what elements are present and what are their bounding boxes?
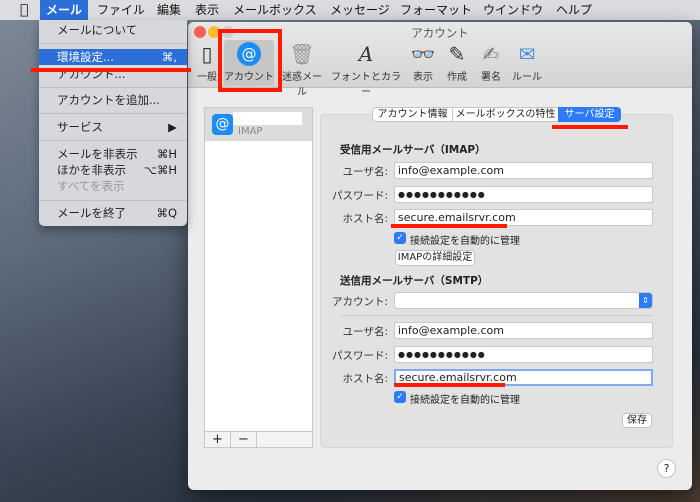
- outgoing-password-field[interactable]: ●●●●●●●●●●●: [394, 346, 653, 363]
- menu-file[interactable]: ファイル: [91, 0, 151, 20]
- toolbar-junk[interactable]: 🗑 迷惑メール: [278, 40, 326, 98]
- outgoing-auto-label: 接続設定を自動的に管理: [410, 395, 520, 406]
- menu-view[interactable]: 表示: [189, 0, 225, 20]
- toolbar-fonts[interactable]: A フォントとカラー: [328, 40, 404, 98]
- incoming-host-label: ホスト名:: [342, 213, 388, 225]
- tab-account-info[interactable]: アカウント情報: [372, 107, 453, 122]
- menu-item-hide-others[interactable]: ほかを非表示 ⌥⌘H: [39, 162, 187, 178]
- menu-separator: [39, 140, 187, 141]
- account-name-redacted: [233, 112, 302, 125]
- menu-item-preferences[interactable]: 環境設定... ⌘,: [39, 49, 187, 65]
- outgoing-account-select[interactable]: ⇕: [394, 292, 653, 309]
- menu-item-quit[interactable]: メールを終了 ⌘Q: [39, 205, 187, 221]
- outgoing-host-label: ホスト名:: [342, 373, 388, 385]
- menu-edit[interactable]: 編集: [151, 0, 187, 20]
- outgoing-account-label: アカウント:: [331, 296, 388, 308]
- menu-mail[interactable]: メール: [40, 0, 89, 20]
- incoming-heading: 受信用メールサーバ（IMAP）: [340, 144, 486, 156]
- annotation-underline: [31, 68, 191, 72]
- menu-item-about[interactable]: メールについて: [39, 22, 187, 38]
- tab-server-settings[interactable]: サーバ設定: [558, 107, 621, 122]
- add-account-button[interactable]: +: [205, 432, 231, 447]
- outgoing-pass-label: パスワード:: [331, 350, 388, 362]
- menu-item-show-all: すべてを表示: [57, 179, 125, 193]
- menu-help[interactable]: ヘルプ: [550, 0, 598, 20]
- menu-window[interactable]: ウインドウ: [477, 0, 549, 20]
- incoming-user-field[interactable]: info@example.com: [394, 162, 653, 179]
- toolbar-signature[interactable]: ✍ 署名: [478, 40, 504, 86]
- menu-message[interactable]: メッセージ: [324, 0, 396, 20]
- tab-mailbox-behaviors[interactable]: メールボックスの特性: [452, 107, 559, 122]
- incoming-user-label: ユーザ名:: [342, 166, 388, 178]
- menu-item-hide-mail[interactable]: メールを非表示 ⌘H: [39, 146, 187, 162]
- font-color-icon: A: [358, 42, 374, 66]
- account-list: @ IMAP + −: [204, 107, 313, 448]
- toolbar-compose[interactable]: ✎ 作成: [444, 40, 470, 86]
- signature-icon: ✍: [482, 42, 500, 66]
- switch-icon: ▯: [201, 42, 213, 66]
- help-button[interactable]: ?: [657, 459, 676, 478]
- remove-account-button[interactable]: −: [231, 432, 257, 447]
- rules-envelope-icon: ✉: [518, 42, 536, 66]
- incoming-auto-checkbox[interactable]: ✓: [394, 232, 406, 244]
- apple-icon[interactable]: : [14, 0, 34, 20]
- toolbar-general[interactable]: ▯ 一般: [194, 40, 220, 86]
- account-list-footer: + −: [205, 431, 312, 447]
- toolbar-view[interactable]: 👓 表示: [410, 40, 436, 86]
- incoming-password-field[interactable]: ●●●●●●●●●●●: [394, 186, 653, 203]
- pencil-icon: ✎: [448, 42, 466, 66]
- at-icon: @: [212, 114, 233, 135]
- save-button[interactable]: 保存: [622, 413, 652, 428]
- annotation-underline: [552, 125, 628, 129]
- account-type: IMAP: [238, 126, 263, 137]
- menu-item-services[interactable]: サービス ▶: [39, 119, 187, 135]
- outgoing-heading: 送信用メールサーバ（SMTP）: [340, 275, 489, 287]
- account-item[interactable]: @ IMAP: [205, 108, 312, 141]
- incoming-pass-label: パスワード:: [331, 190, 388, 202]
- annotation-underline: [394, 383, 505, 387]
- chevron-updown-icon: ⇕: [639, 293, 652, 308]
- glasses-icon: 👓: [410, 42, 436, 66]
- menu-mailbox[interactable]: メールボックス: [227, 0, 323, 20]
- menu-separator: [39, 43, 187, 44]
- trash-icon: 🗑: [289, 42, 315, 66]
- imap-advanced-button[interactable]: IMAPの詳細設定: [395, 250, 475, 266]
- menu-separator: [39, 200, 187, 201]
- menu-item-add-account[interactable]: アカウントを追加...: [39, 92, 187, 108]
- menu-bar:  メール ファイル 編集 表示 メールボックス メッセージ フォーマット ウイ…: [0, 0, 700, 20]
- annotation-underline: [391, 224, 507, 228]
- menu-format[interactable]: フォーマット: [394, 0, 478, 20]
- menu-separator: [39, 87, 187, 88]
- outgoing-auto-checkbox[interactable]: ✓: [394, 391, 406, 403]
- incoming-auto-label: 接続設定を自動的に管理: [410, 236, 520, 247]
- annotation-box: [218, 29, 282, 92]
- outgoing-user-label: ユーザ名:: [342, 326, 388, 338]
- outgoing-user-field[interactable]: info@example.com: [394, 322, 653, 339]
- toolbar-rules[interactable]: ✉ ルール: [510, 40, 544, 86]
- divider: [340, 315, 653, 316]
- mail-menu-dropdown: メールについて 環境設定... ⌘, アカウント... アカウントを追加... サ…: [39, 20, 187, 226]
- menu-separator: [39, 113, 187, 114]
